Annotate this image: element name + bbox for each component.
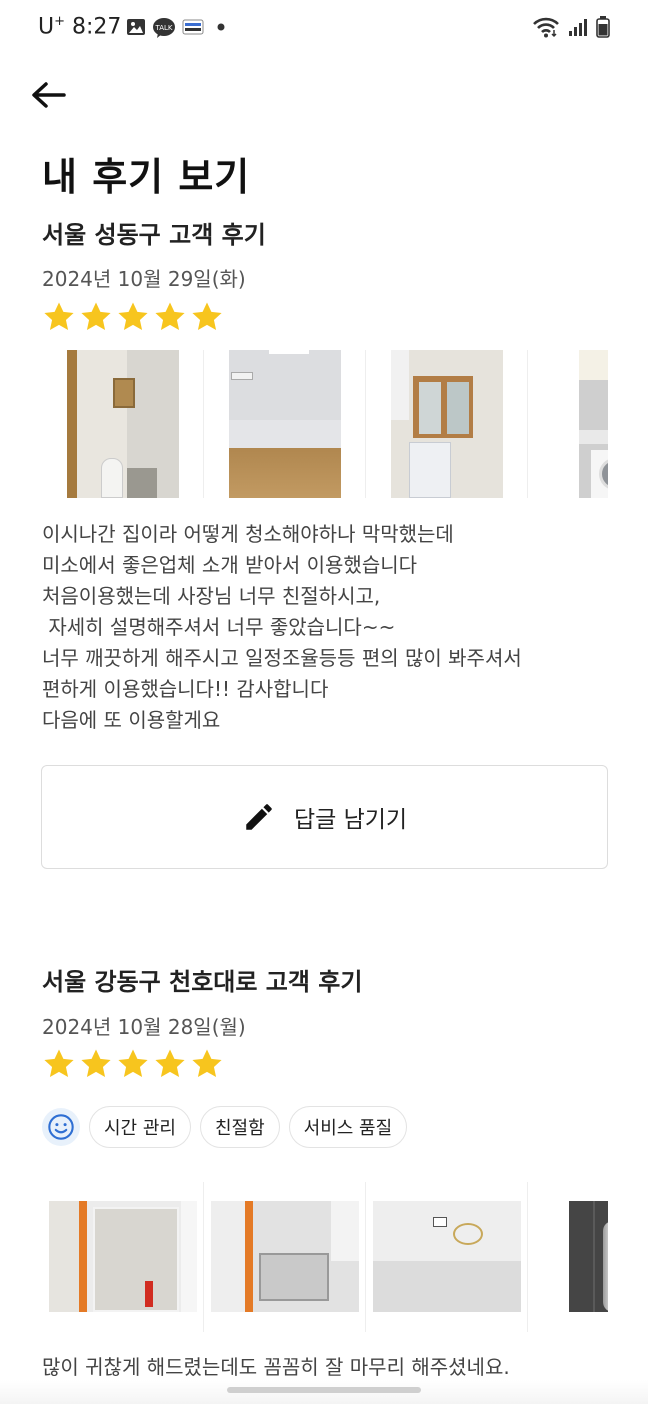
more-notifications-dot: [216, 22, 226, 32]
tag-chip: 시간 관리: [89, 1106, 191, 1148]
star-icon: [44, 302, 74, 331]
svg-text:TALK: TALK: [154, 24, 172, 32]
review-body-line: 다음에 또 이용할게요: [42, 708, 221, 732]
reply-button-label: 답글 남기기: [293, 807, 408, 833]
star-icon: [192, 1049, 222, 1078]
review-body-line: 자세히 설명해주셔서 너무 좋았습니다~~: [42, 615, 396, 639]
gallery-notification-icon: [126, 17, 146, 37]
review-photos[interactable]: [42, 350, 608, 498]
photo-thumbnail[interactable]: [528, 350, 608, 498]
photo-thumbnail[interactable]: [204, 350, 366, 498]
star-icon: [118, 302, 148, 331]
photo-thumbnail[interactable]: [42, 350, 204, 498]
star-icon: [81, 302, 111, 331]
rating-stars: [42, 1047, 224, 1081]
smile-icon: [42, 1108, 80, 1146]
rating-stars: [42, 300, 224, 334]
star-icon: [118, 1049, 148, 1078]
review-date: 2024년 10월 28일(월): [42, 1015, 246, 1039]
star-icon: [155, 1049, 185, 1078]
arrow-left-icon: [32, 82, 66, 108]
photo-thumbnail[interactable]: [42, 1182, 204, 1332]
battery-icon: [596, 16, 610, 38]
review-body-line: 너무 깨끗하게 해주시고 일정조율등등 편의 많이 봐주셔서: [42, 646, 522, 670]
photo-thumbnail[interactable]: [204, 1182, 366, 1332]
review-body-line: 이시나간 집이라 어떻게 청소해야하나 막막했는데: [42, 522, 454, 546]
clock: 8:27: [72, 14, 122, 40]
star-icon: [192, 302, 222, 331]
review-tags: 시간 관리 친절함 서비스 품질: [42, 1106, 408, 1148]
review-body-line: 편하게 이용했습니다!! 감사합니다: [42, 677, 329, 701]
review-body: 이시나간 집이라 어떻게 청소해야하나 막막했는데 미소에서 좋은업체 소개 받…: [42, 519, 602, 736]
photo-thumbnail[interactable]: [366, 350, 528, 498]
review-title: 서울 성동구 고객 후기: [42, 221, 266, 249]
tag-chip: 친절함: [199, 1106, 280, 1148]
photo-thumbnail[interactable]: [528, 1182, 608, 1332]
signal-icon: [569, 19, 587, 36]
review-title: 서울 강동구 천호대로 고객 후기: [42, 968, 363, 996]
carrier-label: U+ 8:27: [38, 14, 122, 40]
pencil-icon: [246, 804, 272, 830]
review-body-line: 미소에서 좋은업체 소개 받아서 이용했습니다: [42, 553, 418, 577]
back-button[interactable]: [28, 76, 68, 116]
kakaotalk-notification-icon: TALK: [152, 17, 176, 39]
review-body: 많이 귀찮게 해드렸는데도 꼼꼼히 잘 마무리 해주셨네요.: [42, 1352, 602, 1383]
review-date: 2024년 10월 29일(화): [42, 267, 246, 291]
star-icon: [44, 1049, 74, 1078]
star-icon: [155, 302, 185, 331]
gesture-nav-handle[interactable]: [227, 1387, 421, 1393]
reply-button[interactable]: 답글 남기기: [41, 765, 608, 869]
review-body-line: 많이 귀찮게 해드렸는데도 꼼꼼히 잘 마무리 해주셨네요.: [42, 1355, 510, 1379]
photo-thumbnail[interactable]: [366, 1182, 528, 1332]
star-icon: [81, 1049, 111, 1078]
miso-notification-icon: [182, 17, 204, 37]
review-photos[interactable]: [42, 1182, 608, 1332]
status-bar: U+ 8:27 TALK: [0, 0, 648, 56]
review-body-line: 처음이용했는데 사장님 너무 친절하시고,: [42, 584, 381, 608]
page-title: 내 후기 보기: [42, 155, 251, 199]
wifi-icon: [533, 17, 559, 38]
tag-chip: 서비스 품질: [288, 1106, 408, 1148]
